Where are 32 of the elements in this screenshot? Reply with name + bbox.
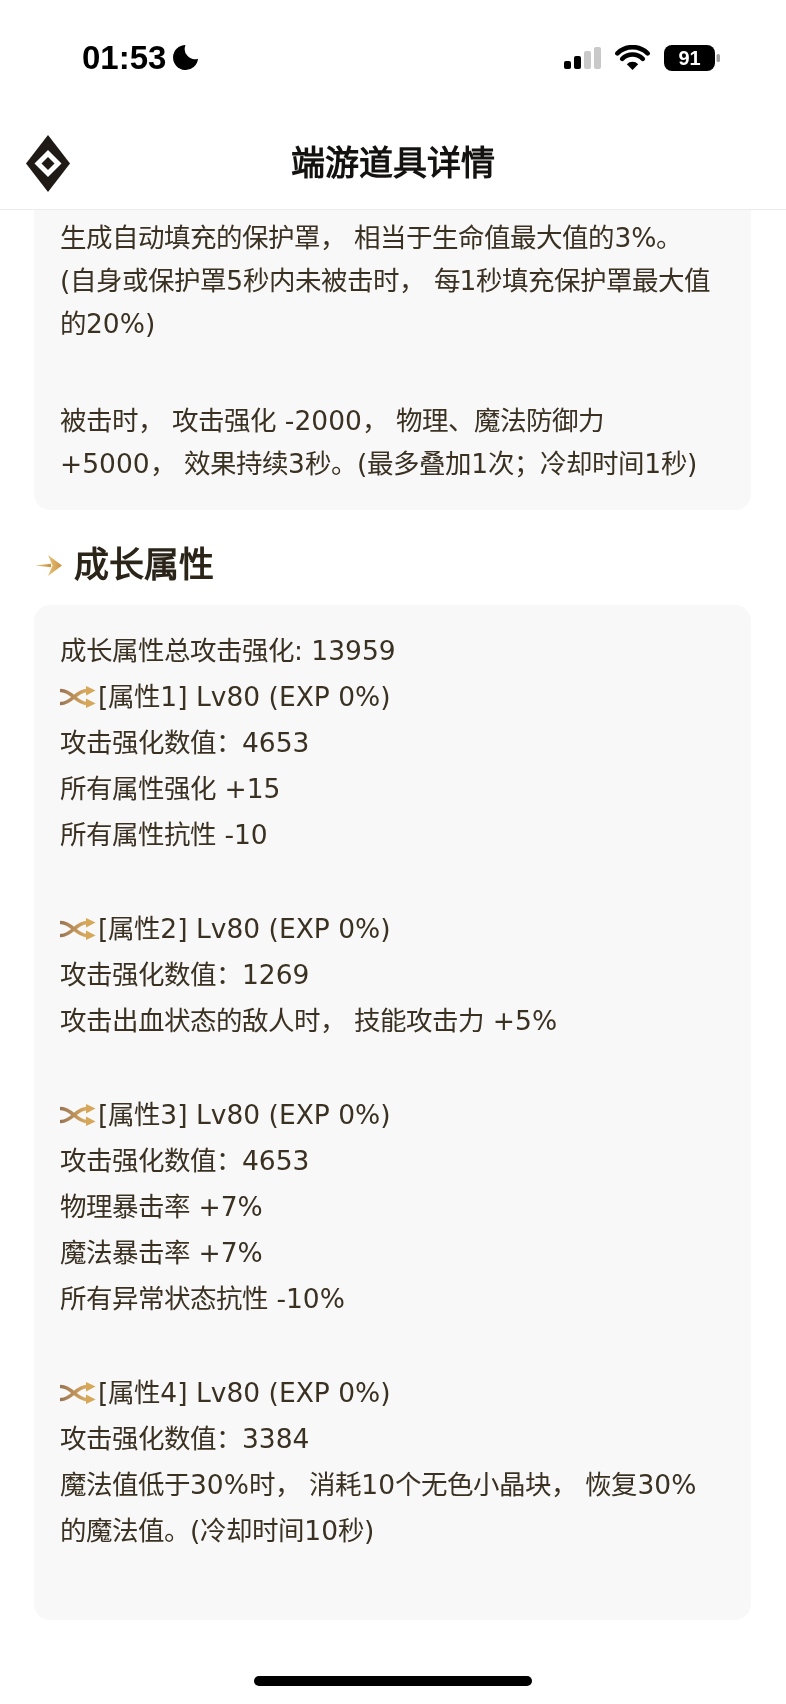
signal-icon — [564, 46, 601, 69]
attribute-text: 所有异常状态抗性 -10% — [60, 1282, 346, 1316]
attribute-text: 所有属性强化 +15 — [60, 772, 282, 806]
attribute-text: 攻击出血状态的敌人时， 技能攻击力 +5% — [60, 1004, 559, 1038]
effect-text: 被击时， 攻击强化 -2000， 物理、魔法防御力 +5000， 效果持续3秒。(最多叠加1次；冷却时间1秒) — [60, 403, 699, 481]
attribute-title: [属性3] Lv80 (EXP 0%) — [98, 1098, 391, 1132]
attribute-title: [属性4] Lv80 (EXP 0%) — [98, 1376, 391, 1410]
attribute-text: 所有属性抗性 -10 — [60, 818, 269, 852]
logo-icon — [26, 134, 70, 192]
shuffle-icon — [60, 1104, 96, 1126]
shuffle-icon — [60, 686, 96, 708]
summary-text: 成长属性总攻击强化: 13959 — [60, 634, 397, 668]
attribute-text: 魔法值低于30%时， 消耗10个无色小晶块， 恢复30%的魔法值。(冷却时间10秒) — [60, 1468, 698, 1548]
battery-indicator: 91 — [664, 44, 720, 71]
effect-text: (自身或保护罩5秒内未被击时， 每1秒填充保护罩最大值的20%) — [60, 263, 711, 341]
moon-icon — [173, 45, 199, 70]
shuffle-icon — [60, 918, 96, 940]
arrow-icon — [35, 554, 62, 576]
wifi-icon — [615, 44, 650, 71]
attribute-text: 攻击强化数值：4653 — [60, 1144, 311, 1178]
section-heading: 成长属性 — [74, 545, 214, 585]
attribute-text: 攻击强化数值：3384 — [60, 1422, 311, 1456]
attribute-title: [属性2] Lv80 (EXP 0%) — [98, 912, 391, 946]
shuffle-icon — [60, 1382, 96, 1404]
status-time: 01:53 — [82, 39, 167, 76]
attribute-text: 物理暴击率 +7% — [60, 1190, 264, 1224]
attribute-text: 魔法暴击率 +7% — [60, 1236, 264, 1270]
attribute-title: [属性1] Lv80 (EXP 0%) — [98, 680, 391, 714]
attribute-text: 攻击强化数值：1269 — [60, 958, 311, 992]
effect-text: 生成自动填充的保护罩， 相当于生命值最大值的3%。 — [60, 220, 684, 255]
page-title: 端游道具详情 — [291, 142, 495, 185]
attribute-text: 攻击强化数值：4653 — [60, 726, 311, 760]
